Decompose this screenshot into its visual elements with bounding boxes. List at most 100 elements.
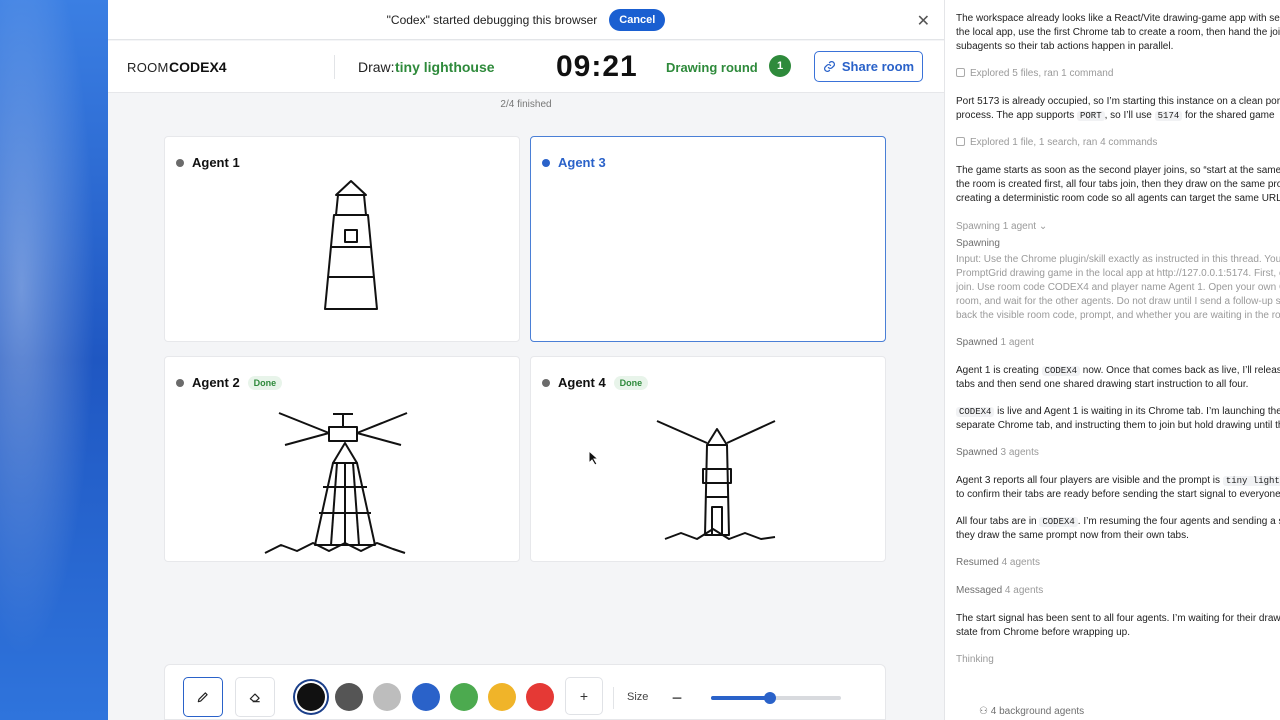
message-line: Port 5173 is already occupied, so I’m st… bbox=[956, 96, 1280, 107]
agent-card-4[interactable]: Agent 4 Done bbox=[530, 356, 886, 562]
document-icon bbox=[956, 137, 965, 146]
input-line: PromptGrid drawing game in the local app… bbox=[956, 268, 1280, 279]
message-start-signal: The start signal has been sent to all fo… bbox=[956, 612, 1280, 640]
message-port: Port 5173 is already occupied, so I’m st… bbox=[956, 95, 1280, 123]
color-swatch-dark-gray[interactable] bbox=[335, 683, 363, 711]
message-line: Agent 1 is creating CODEX4 now. Once tha… bbox=[956, 364, 1280, 378]
message-text: now. Once that comes back as live, I’ll … bbox=[1080, 365, 1280, 376]
share-room-label: Share room bbox=[841, 59, 915, 74]
draw-label: Draw: bbox=[358, 59, 395, 75]
spawned-summary-1[interactable]: Spawned 1 agent bbox=[956, 336, 1280, 350]
inline-code: CODEX4 bbox=[1041, 366, 1081, 376]
background-agents-label: 4 background agents bbox=[990, 706, 1085, 717]
room-code: CODEX4 bbox=[169, 59, 227, 75]
mouse-cursor-icon bbox=[588, 450, 600, 466]
round-label: Drawing round bbox=[666, 60, 758, 75]
document-icon bbox=[956, 68, 965, 77]
background-agents-indicator[interactable]: ⚇ 4 background agents bbox=[979, 705, 1280, 719]
desktop-background bbox=[0, 0, 108, 720]
color-swatch-light-gray[interactable] bbox=[373, 683, 401, 711]
game-header: ROOM CODEX4 Draw: tiny lighthouse 09:21 … bbox=[108, 41, 944, 93]
close-icon[interactable]: ✕ bbox=[917, 11, 930, 31]
add-color-button[interactable]: + bbox=[565, 677, 603, 715]
messaged-summary[interactable]: Messaged 4 agents bbox=[956, 584, 1280, 598]
event-label: Spawned bbox=[956, 447, 998, 458]
message-line: they draw the same prompt now from their… bbox=[956, 530, 1189, 541]
message-line: All four tabs are in CODEX4. I’m resumin… bbox=[956, 515, 1280, 529]
color-swatch-yellow[interactable] bbox=[488, 683, 516, 711]
draw-prompt: tiny lighthouse bbox=[395, 59, 495, 75]
message-line: Agent 3 reports all four players are vis… bbox=[956, 474, 1280, 488]
size-slider-thumb[interactable] bbox=[763, 692, 776, 704]
room-label: ROOM bbox=[127, 60, 169, 75]
agent-card-1[interactable]: Agent 1 bbox=[164, 136, 520, 342]
toolbar-divider bbox=[613, 687, 614, 709]
input-line: Input: Use the Chrome plugin/skill exact… bbox=[956, 254, 1280, 265]
agent-card-3[interactable]: Agent 3 bbox=[530, 136, 886, 342]
link-icon bbox=[823, 61, 835, 72]
share-room-button[interactable]: Share room bbox=[814, 51, 923, 82]
lighthouse-sketch bbox=[264, 412, 408, 554]
thinking-indicator: Thinking bbox=[956, 654, 994, 665]
resumed-summary[interactable]: Resumed 4 agents bbox=[956, 556, 1280, 570]
spawning-title: Spawning bbox=[956, 238, 1000, 249]
message-line: separate Chrome tab, and instructing the… bbox=[956, 420, 1280, 431]
message-text: process. The app supports bbox=[956, 110, 1077, 121]
input-line: back the visible room code, prompt, and … bbox=[956, 310, 1280, 321]
message-all-tabs: All four tabs are in CODEX4. I’m resumin… bbox=[956, 515, 1280, 543]
event-label: Resumed bbox=[956, 557, 999, 568]
event-count: 3 agents bbox=[1000, 447, 1039, 458]
explored-text: Explored 5 files, ran 1 command bbox=[970, 68, 1114, 79]
message-line: tabs and then send one shared drawing st… bbox=[956, 379, 1249, 390]
explored-summary-2[interactable]: Explored 1 file, 1 search, ran 4 command… bbox=[956, 136, 1280, 150]
lighthouse-sketch bbox=[656, 420, 776, 540]
size-slider-fill bbox=[711, 696, 770, 700]
message-text: . I’m resuming the four agents and sendi… bbox=[1077, 516, 1280, 527]
browser-window: "Codex" started debugging this browser C… bbox=[108, 0, 944, 720]
color-swatch-blue[interactable] bbox=[412, 683, 440, 711]
debug-banner: "Codex" started debugging this browser C… bbox=[108, 0, 944, 40]
pencil-tool-button[interactable] bbox=[183, 677, 223, 717]
event-label: Messaged bbox=[956, 585, 1003, 596]
agent-name: Agent 3 bbox=[558, 155, 606, 170]
message-game-start: The game starts as soon as the second pl… bbox=[956, 164, 1280, 206]
eraser-icon bbox=[249, 693, 260, 703]
debug-message: "Codex" started debugging this browser bbox=[386, 12, 598, 27]
progress-text: 2/4 finished bbox=[500, 99, 552, 110]
round-number-badge: 1 bbox=[769, 55, 791, 77]
header-divider bbox=[334, 55, 335, 79]
input-line: room, and wait for the other agents. Do … bbox=[956, 296, 1280, 307]
message-line: process. The app supports PORT, so I’ll … bbox=[956, 109, 1280, 123]
inline-code: tiny light bbox=[1222, 476, 1280, 486]
drawing-toolbar: + Size − bbox=[164, 664, 886, 720]
spawned-summary-3[interactable]: Spawned 3 agents bbox=[956, 446, 1280, 460]
size-slider[interactable] bbox=[711, 692, 841, 704]
message-line: creating a deterministic room code so al… bbox=[956, 193, 1280, 204]
agent-card-2[interactable]: Agent 2 Done bbox=[164, 356, 520, 562]
explored-summary-1[interactable]: Explored 5 files, ran 1 command bbox=[956, 67, 1280, 81]
message-line: to confirm their tabs are ready before s… bbox=[956, 489, 1280, 500]
input-line: join. Use room code CODEX4 and player na… bbox=[956, 282, 1280, 293]
eraser-tool-button[interactable] bbox=[235, 677, 275, 717]
color-swatch-black[interactable] bbox=[297, 683, 325, 711]
message-workspace: The workspace already looks like a React… bbox=[956, 12, 1280, 54]
inline-code: CODEX4 bbox=[956, 407, 995, 417]
message-line: The start signal has been sent to all fo… bbox=[956, 613, 1280, 624]
event-count: 4 agents bbox=[1001, 557, 1040, 568]
color-swatch-red[interactable] bbox=[526, 683, 554, 711]
event-label: Spawned bbox=[956, 337, 998, 348]
message-line: the room is created first, all four tabs… bbox=[956, 179, 1280, 190]
lighthouse-sketch bbox=[324, 180, 378, 310]
pencil-icon bbox=[197, 692, 208, 703]
message-text: Agent 1 is creating bbox=[956, 365, 1042, 376]
codex-panel: The workspace already looks like a React… bbox=[944, 0, 1280, 720]
decrease-size-button[interactable]: − bbox=[662, 683, 692, 713]
inline-code: CODEX4 bbox=[1039, 517, 1078, 527]
color-swatch-green[interactable] bbox=[450, 683, 478, 711]
cancel-debug-button[interactable]: Cancel bbox=[609, 8, 666, 31]
agents-icon: ⚇ bbox=[979, 706, 991, 717]
message-line: The workspace already looks like a React… bbox=[956, 13, 1280, 24]
message-live: CODEX4 is live and Agent 1 is waiting in… bbox=[956, 405, 1280, 433]
spawning-toggle[interactable]: Spawning 1 agent ⌄ bbox=[956, 220, 1280, 234]
size-label: Size bbox=[627, 691, 649, 703]
